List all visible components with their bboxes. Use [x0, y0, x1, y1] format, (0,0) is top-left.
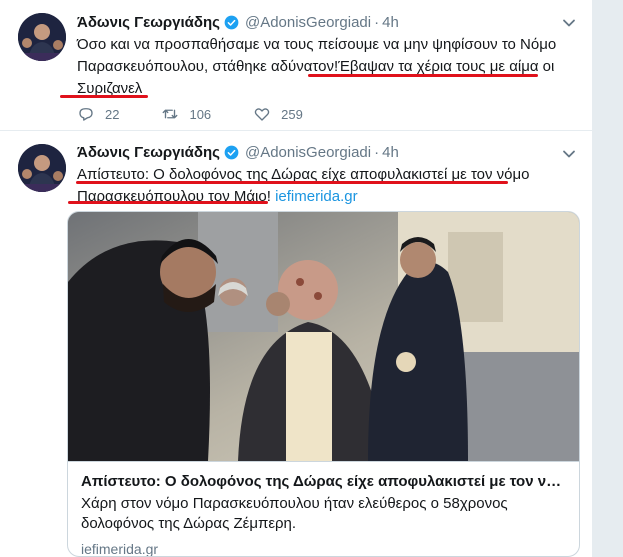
- tweet-text-line: Παρασκευόπουλου τον Μάιο! iefimerida.gr: [77, 186, 557, 208]
- timeline: Άδωνις Γεωργιάδης @AdonisGeorgiadi · 4h …: [0, 0, 592, 557]
- verified-badge-icon: [224, 15, 239, 29]
- card-domain: iefimerida.gr: [81, 541, 159, 557]
- tweet-text-line: Όσο και να προσπαθήσαμε να τους πείσουμε…: [77, 36, 557, 53]
- page-background: [592, 0, 623, 557]
- reply-icon: [79, 108, 93, 121]
- avatar-photo: [18, 13, 66, 61]
- author-handle[interactable]: @AdonisGeorgiadi: [245, 14, 371, 31]
- timestamp[interactable]: 4h: [382, 144, 399, 161]
- separator: ·: [374, 13, 380, 31]
- tweet[interactable]: Άδωνις Γεωργιάδης @AdonisGeorgiadi · 4h …: [0, 0, 592, 131]
- author-name[interactable]: Άδωνις Γεωργιάδης: [77, 144, 220, 161]
- news-photo: [68, 212, 579, 461]
- tweet-text: Όσο και να προσπαθήσαμε να τους πείσουμε…: [77, 34, 557, 100]
- card-title: Απίστευτο: Ο δολοφόνος της Δώρας είχε απ…: [81, 473, 568, 490]
- retweet-button[interactable]: 106: [161, 105, 211, 123]
- highlight-underline: [68, 201, 268, 204]
- retweet-count: 106: [189, 106, 212, 122]
- avatar-photo: [18, 144, 66, 192]
- card-image[interactable]: [68, 212, 579, 461]
- avatar[interactable]: [18, 144, 66, 192]
- reply-count: 22: [105, 106, 120, 122]
- verified-badge-icon: [224, 145, 239, 159]
- separator: ·: [374, 143, 380, 161]
- author-handle[interactable]: @AdonisGeorgiadi: [245, 144, 371, 161]
- tweet-header: Άδωνις Γεωργιάδης @AdonisGeorgiadi · 4h: [77, 142, 399, 162]
- highlight-underline: [60, 95, 148, 98]
- timestamp[interactable]: 4h: [382, 14, 399, 31]
- like-icon: [254, 108, 270, 121]
- like-button[interactable]: 259: [253, 105, 303, 123]
- tweet-actions: 22 106 259: [77, 105, 345, 123]
- avatar[interactable]: [18, 13, 66, 61]
- reply-button[interactable]: 22: [77, 105, 119, 123]
- tweet-link[interactable]: iefimerida.gr: [275, 188, 358, 205]
- card-description: Χάρη στον νόμο Παρασκευόπουλου ήταν ελεύ…: [81, 495, 508, 532]
- tweet-header: Άδωνις Γεωργιάδης @AdonisGeorgiadi · 4h: [77, 12, 399, 32]
- retweet-icon: [163, 109, 178, 119]
- tweet-text-line: Συριζανελ: [77, 80, 143, 97]
- highlight-underline: [76, 181, 508, 184]
- chevron-down-icon[interactable]: [562, 147, 576, 161]
- card-body[interactable]: Απίστευτο: Ο δολοφόνος της Δώρας είχε απ…: [68, 461, 579, 557]
- highlight-underline: [308, 74, 538, 77]
- author-name[interactable]: Άδωνις Γεωργιάδης: [77, 14, 220, 31]
- tweet[interactable]: Άδωνις Γεωργιάδης @AdonisGeorgiadi · 4h …: [0, 131, 592, 557]
- chevron-down-icon[interactable]: [562, 16, 576, 30]
- like-count: 259: [281, 106, 303, 122]
- link-preview-card[interactable]: Απίστευτο: Ο δολοφόνος της Δώρας είχε απ…: [67, 211, 580, 557]
